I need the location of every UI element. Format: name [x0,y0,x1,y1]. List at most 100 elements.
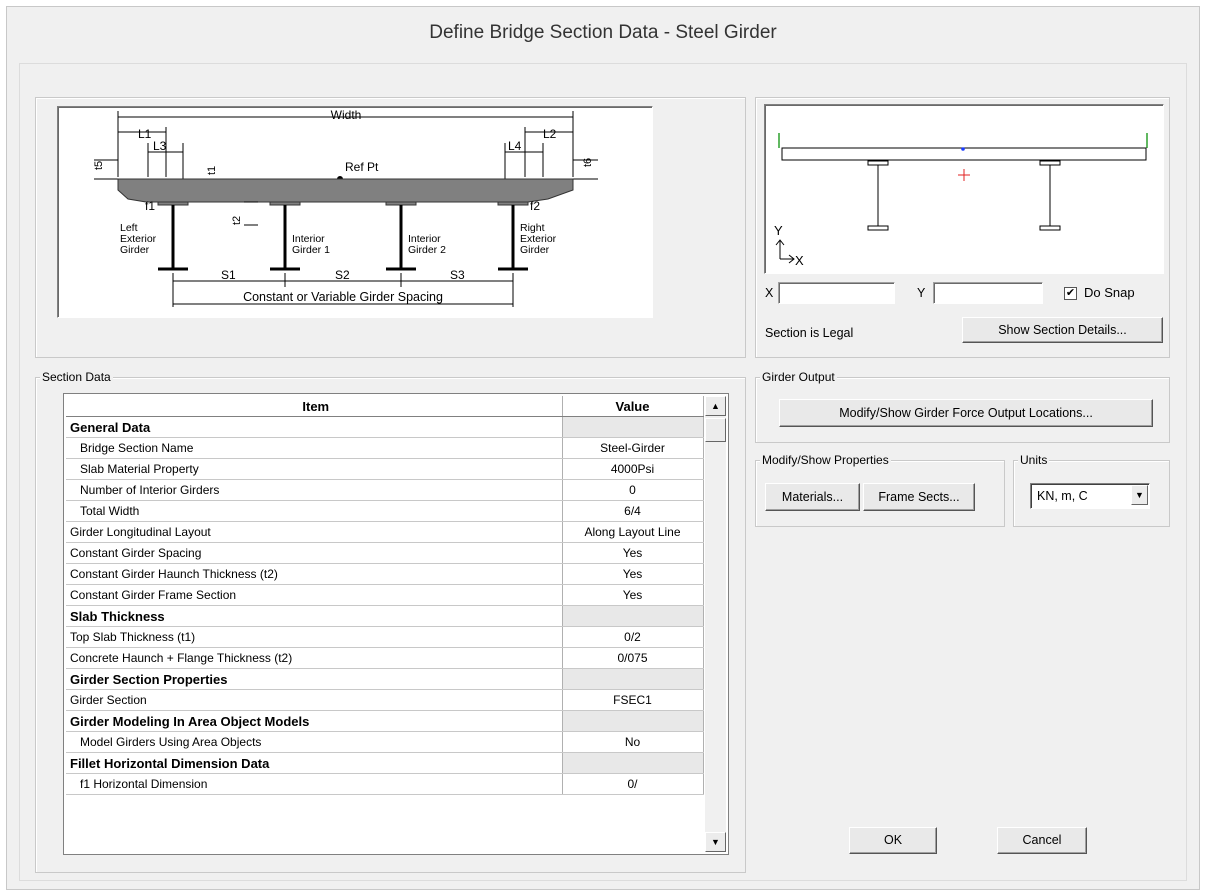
girder-output-label: Girder Output [760,370,837,384]
row-value-cell[interactable]: 0 [562,479,704,501]
modify-properties-label: Modify/Show Properties [760,453,891,467]
row-value-cell[interactable]: 0/ [562,773,704,795]
l4-label: L4 [508,139,522,153]
row-item-cell: Model Girders Using Area Objects [66,731,563,753]
section-data-label: Section Data [40,370,113,384]
section-diagram-panel: Width L1 L3 L2 L4 t5 t1 t6 Ref Pt t2 f1 … [57,106,653,318]
left-girder-label: Left Exterior Girder [120,222,157,256]
y-coordinate-field[interactable] [933,282,1043,304]
dropdown-arrow-icon[interactable]: ▼ [1131,485,1148,505]
row-value-cell[interactable]: FSEC1 [562,689,704,711]
row-value-cell [562,416,704,438]
table-section-header-row: Girder Section Properties [66,668,704,690]
table-row[interactable]: Girder Longitudinal Layout Along Layout L… [66,521,704,543]
table-row[interactable]: Total Width 6/4 [66,500,704,522]
table-section-header-row: Fillet Horizontal Dimension Data [66,752,704,774]
row-value-cell[interactable]: 0/2 [562,626,704,648]
row-item-cell: Bridge Section Name [66,437,563,459]
row-value-cell[interactable]: Along Layout Line [562,521,704,543]
row-item-cell: f1 Horizontal Dimension [66,773,563,795]
materials-button[interactable]: Materials... [765,483,860,511]
table-row[interactable]: Girder Section FSEC1 [66,689,704,711]
row-value-cell [562,752,704,774]
row-value-cell[interactable]: No [562,731,704,753]
show-section-details-button[interactable]: Show Section Details... [962,317,1163,343]
frame-sects-button[interactable]: Frame Sects... [863,483,975,511]
axis-y-label: Y [774,223,783,238]
x-coordinate-field[interactable] [778,282,895,304]
svg-text:Girder: Girder [520,244,550,256]
girders [158,205,528,271]
units-dropdown[interactable]: KN, m, C ▼ [1030,483,1150,509]
section-status: Section is Legal [765,326,854,340]
right-girder-label: Right Exterior Girder [520,222,557,256]
row-item-cell: Fillet Horizontal Dimension Data [66,752,563,774]
table-row[interactable]: Number of Interior Girders 0 [66,479,704,501]
row-item-cell: Top Slab Thickness (t1) [66,626,563,648]
svg-text:Girder: Girder [120,244,150,256]
scroll-up-arrow-icon[interactable]: ▲ [705,396,726,416]
table-section-header-row: General Data [66,416,704,438]
section-preview-canvas[interactable]: Y X [764,104,1164,274]
modify-girder-force-output-button[interactable]: Modify/Show Girder Force Output Location… [779,399,1153,427]
f2-label: f2 [530,199,540,213]
row-item-cell: Girder Section Properties [66,668,563,690]
table-row[interactable]: Slab Material Property 4000Psi [66,458,704,480]
x-coordinate-label: X [765,286,774,300]
table-section-header-row: Girder Modeling In Area Object Models [66,710,704,732]
svg-text:Girder 1: Girder 1 [292,244,330,256]
deck-slab [117,178,574,203]
s2-label: S2 [335,268,350,282]
section-preview-drawing: Y X [774,133,1148,268]
table-row[interactable]: Constant Girder Spacing Yes [66,542,704,564]
table-row[interactable]: Top Slab Thickness (t1) 0/2 [66,626,704,648]
l2-label: L2 [543,127,557,141]
do-snap-label: Do Snap [1084,285,1135,300]
row-value-cell[interactable]: Yes [562,542,704,564]
dialog-client-area: Width L1 L3 L2 L4 t5 t1 t6 Ref Pt t2 f1 … [19,63,1187,881]
f1-label: f1 [145,199,155,213]
row-value-cell[interactable]: Steel-Girder [562,437,704,459]
table-row[interactable]: Concrete Haunch + Flange Thickness (t2) 0… [66,647,704,669]
dialog-title: Define Bridge Section Data - Steel Girde… [7,7,1199,57]
row-value-cell[interactable]: 6/4 [562,500,704,522]
row-value-cell[interactable]: 0/075 [562,647,704,669]
row-item-cell: Girder Longitudinal Layout [66,521,563,543]
t2-label: t2 [231,216,243,225]
preview-group: Y X X Y ✔ Do Snap Section is Legal Show … [755,97,1170,358]
row-value-cell [562,605,704,627]
s1-label: S1 [221,268,236,282]
table-row[interactable]: Bridge Section Name Steel-Girder [66,437,704,459]
row-value-cell [562,710,704,732]
row-item-cell: General Data [66,416,563,438]
table-header-row: Item Value [66,396,704,417]
t6-label: t6 [582,158,594,167]
cancel-button[interactable]: Cancel [997,827,1087,854]
section-data-table: Item Value General Data Bridge Section Na… [63,393,729,855]
interior-girder-1-label: Interior Girder 1 [292,233,330,256]
row-value-cell[interactable]: 4000Psi [562,458,704,480]
ref-pt-label: Ref Pt [345,160,379,174]
table-row[interactable]: Constant Girder Frame Section Yes [66,584,704,606]
row-item-cell: Constant Girder Spacing [66,542,563,564]
scroll-thumb[interactable] [705,418,726,442]
table-row[interactable]: Constant Girder Haunch Thickness (t2) Yes [66,563,704,585]
row-value-cell [562,668,704,690]
table-section-header-row: Slab Thickness [66,605,704,627]
table-row[interactable]: Model Girders Using Area Objects No [66,731,704,753]
row-value-cell[interactable]: Yes [562,563,704,585]
axis-x-label: X [795,253,804,268]
dialog-window: Define Bridge Section Data - Steel Girde… [6,6,1200,890]
ok-button[interactable]: OK [849,827,937,854]
scroll-down-arrow-icon[interactable]: ▼ [705,832,726,852]
row-value-cell[interactable]: Yes [562,584,704,606]
s3-label: S3 [450,268,465,282]
table-row[interactable]: f1 Horizontal Dimension 0/ [66,773,704,795]
do-snap-checkbox[interactable]: ✔ [1064,287,1077,300]
table-vertical-scrollbar[interactable]: ▲ ▼ [705,396,726,852]
units-selected-value: KN, m, C [1037,489,1088,503]
value-column-header: Value [562,396,704,417]
width-label: Width [331,108,362,122]
row-item-cell: Number of Interior Girders [66,479,563,501]
row-item-cell: Girder Modeling In Area Object Models [66,710,563,732]
